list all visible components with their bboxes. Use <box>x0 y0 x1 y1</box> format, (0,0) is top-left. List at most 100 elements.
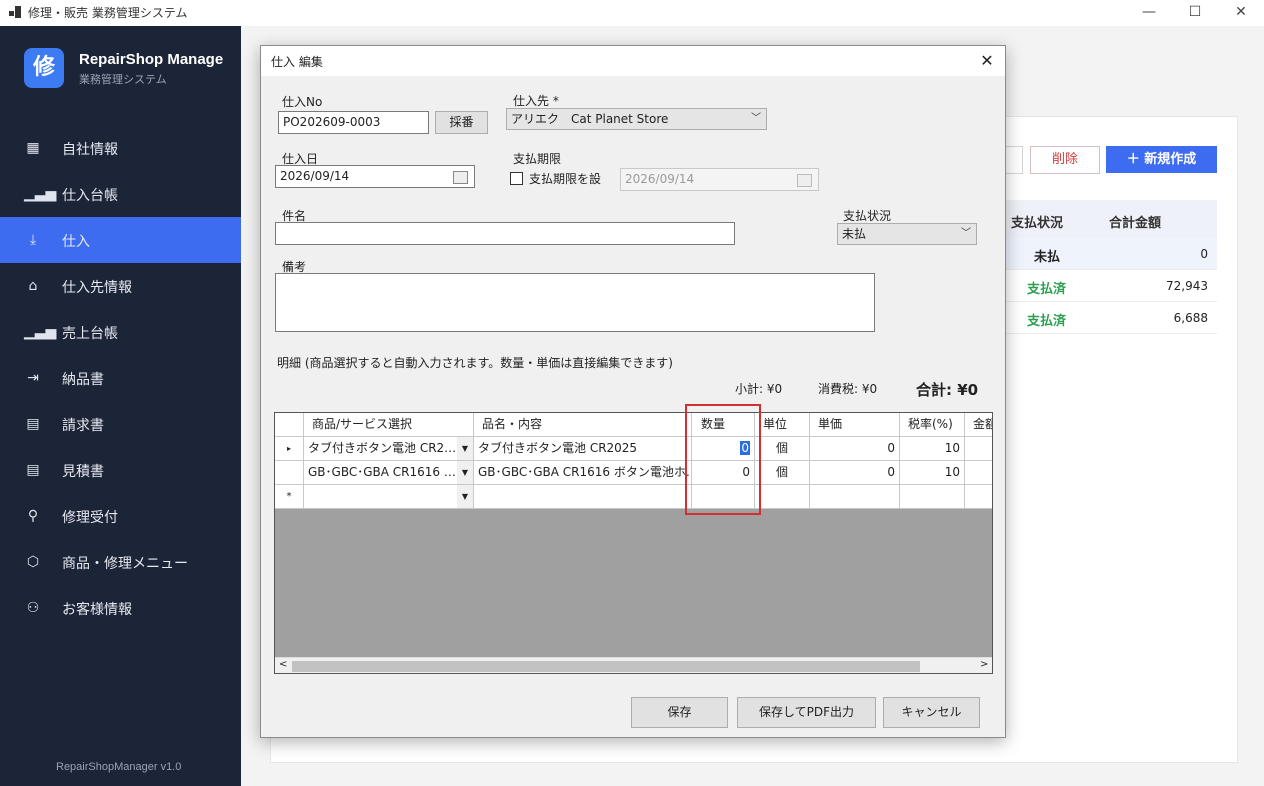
sidebar-item-repair-reception[interactable]: ⚲ 修理受付 <box>0 493 241 539</box>
close-window-button[interactable]: ✕ <box>1218 0 1264 26</box>
column-header-price[interactable]: 単価 <box>810 413 900 437</box>
product-combo[interactable]: タブ付きボタン電池 CR2… ▼ <box>304 437 474 461</box>
cancel-button[interactable]: キャンセル <box>883 697 980 728</box>
table-row[interactable]: 支払済 6,688 <box>1005 302 1217 334</box>
amount: 72,943 <box>1166 279 1208 293</box>
close-icon[interactable]: ✕ <box>975 49 999 73</box>
scroll-left-icon[interactable]: < <box>279 659 287 670</box>
sidebar-item-estimate[interactable]: ▤ 見積書 <box>0 447 241 493</box>
minimize-button[interactable]: — <box>1126 0 1172 26</box>
dropdown-arrow-icon[interactable]: ▼ <box>457 485 473 508</box>
grand-total: 合計: ¥0 <box>916 381 979 399</box>
amount-cell <box>965 485 992 509</box>
bar-chart-icon: ▁▃▅ <box>24 324 57 340</box>
sidebar-item-purchase-ledger[interactable]: ▁▃▅ 仕入台帳 <box>0 171 241 217</box>
new-row-icon[interactable]: * <box>275 485 304 509</box>
supplier-label: 仕入先 * <box>513 94 559 108</box>
due-date-picker[interactable]: 2026/09/14 <box>620 168 819 191</box>
save-pdf-button[interactable]: 保存してPDF出力 <box>737 697 876 728</box>
due-date-checkbox[interactable] <box>510 172 523 185</box>
price-cell[interactable]: 0 <box>810 437 900 461</box>
box-icon: ⬡ <box>26 554 40 570</box>
invoice-icon: ▤ <box>26 416 40 432</box>
download-icon: ⤓ <box>29 232 37 248</box>
dropdown-arrow-icon[interactable]: ▼ <box>457 437 473 460</box>
delete-button[interactable]: 削除 <box>1030 146 1100 174</box>
horizontal-scrollbar[interactable]: < > <box>275 657 992 673</box>
notes-textarea[interactable] <box>275 273 875 332</box>
status-badge: 支払済 <box>1027 282 1067 297</box>
dialog-titlebar: 仕入 編集 ✕ <box>261 46 1005 76</box>
numbering-button[interactable]: 採番 <box>435 111 488 134</box>
po-no-input[interactable]: PO202609-0003 <box>278 111 429 134</box>
chevron-down-icon: ﹀ <box>751 113 761 124</box>
item-name-cell[interactable]: GB･GBC･GBA CR1616 ボタン電池ホ… <box>474 461 692 485</box>
version-label: RepairShopManager v1.0 <box>56 761 182 773</box>
highlight-box <box>685 404 761 515</box>
sidebar-item-company-info[interactable]: ▦ 自社情報 <box>0 125 241 171</box>
sidebar-item-supplier-info[interactable]: ⌂ 仕入先情報 <box>0 263 241 309</box>
product-combo[interactable]: ▼ <box>304 485 474 509</box>
status-badge: 未払 <box>1034 250 1061 265</box>
table-row[interactable]: 未払 0 <box>1005 238 1217 270</box>
supplier-select[interactable]: アリエク Cat Planet Store ﹀ <box>506 108 767 130</box>
dropdown-arrow-icon[interactable]: ▼ <box>457 461 473 484</box>
brand-subtitle: 業務管理システム <box>79 73 167 86</box>
document-icon: ▤ <box>26 462 40 478</box>
detail-caption: 明細 (商品選択すると自動入力されます。数量・単価は直接編集できます) <box>277 356 673 370</box>
export-icon: ⇥ <box>27 370 39 386</box>
chevron-down-icon: ﹀ <box>961 228 971 239</box>
sidebar-item-label: 見積書 <box>62 464 104 480</box>
sidebar-item-sales-ledger[interactable]: ▁▃▅ 売上台帳 <box>0 309 241 355</box>
purchase-date-value: 2026/09/14 <box>280 169 350 183</box>
tax-rate-cell[interactable] <box>900 485 965 509</box>
price-cell[interactable] <box>810 485 900 509</box>
unit-cell[interactable] <box>755 485 810 509</box>
column-header-product[interactable]: 商品/サービス選択 <box>304 413 474 437</box>
column-header-unit[interactable]: 単位 <box>755 413 810 437</box>
sidebar-item-invoice[interactable]: ▤ 請求書 <box>0 401 241 447</box>
unit-cell[interactable]: 個 <box>755 437 810 461</box>
sidebar-item-purchase[interactable]: ⤓ 仕入 <box>0 217 241 263</box>
amount-cell <box>965 461 992 485</box>
bar-chart-icon: ▁▃▅ <box>24 186 57 202</box>
calendar-icon <box>453 171 468 184</box>
item-name-cell[interactable]: タブ付きボタン電池 CR2025 <box>474 437 692 461</box>
tax-rate-cell[interactable]: 10 <box>900 461 965 485</box>
sidebar: 修 RepairShop Manage 業務管理システム ▦ 自社情報 ▁▃▅ … <box>0 26 241 786</box>
item-name-cell[interactable] <box>474 485 692 509</box>
column-header-status: 支払状況 <box>1011 216 1064 231</box>
purchase-date-picker[interactable]: 2026/09/14 <box>275 165 475 188</box>
scrollbar-thumb[interactable] <box>292 661 920 672</box>
sidebar-item-product-menu[interactable]: ⬡ 商品・修理メニュー <box>0 539 241 585</box>
due-date-label: 支払期限 <box>513 152 562 166</box>
calendar-icon <box>797 174 812 187</box>
table-row[interactable]: 支払済 72,943 <box>1005 270 1217 302</box>
app-icon <box>9 6 22 19</box>
column-header-amount[interactable]: 金額 <box>965 413 992 437</box>
maximize-button[interactable]: ☐ <box>1172 0 1218 26</box>
sidebar-item-customer-info[interactable]: ⚇ お客様情報 <box>0 585 241 631</box>
product-combo[interactable]: GB･GBC･GBA CR1616 … ▼ <box>304 461 474 485</box>
dialog-title: 仕入 編集 <box>271 55 323 69</box>
save-button[interactable]: 保存 <box>631 697 728 728</box>
price-cell[interactable]: 0 <box>810 461 900 485</box>
unit-cell[interactable]: 個 <box>755 461 810 485</box>
tax-rate-cell[interactable]: 10 <box>900 437 965 461</box>
column-header-name[interactable]: 品名・内容 <box>474 413 692 437</box>
payment-status-select[interactable]: 未払 ﹀ <box>837 223 977 245</box>
scroll-right-icon[interactable]: > <box>980 659 988 670</box>
amount-cell <box>965 437 992 461</box>
subject-input[interactable] <box>275 222 735 245</box>
row-selector[interactable] <box>275 461 304 485</box>
sidebar-item-delivery-note[interactable]: ⇥ 納品書 <box>0 355 241 401</box>
column-header-total: 合計金額 <box>1109 216 1162 231</box>
column-header-tax[interactable]: 税率(%) <box>900 413 965 437</box>
brand-name: RepairShop Manage <box>79 51 224 68</box>
row-selector-icon[interactable]: ▸ <box>275 437 304 461</box>
sidebar-item-label: 売上台帳 <box>62 326 118 342</box>
new-button[interactable]: ＋ 新規作成 <box>1106 146 1217 173</box>
wrench-icon: ⚲ <box>27 508 39 524</box>
purchase-edit-dialog: 仕入 編集 ✕ 仕入No PO202609-0003 採番 仕入先 * アリエク… <box>260 45 1006 738</box>
supplier-select-value: アリエク Cat Planet Store <box>511 112 669 126</box>
